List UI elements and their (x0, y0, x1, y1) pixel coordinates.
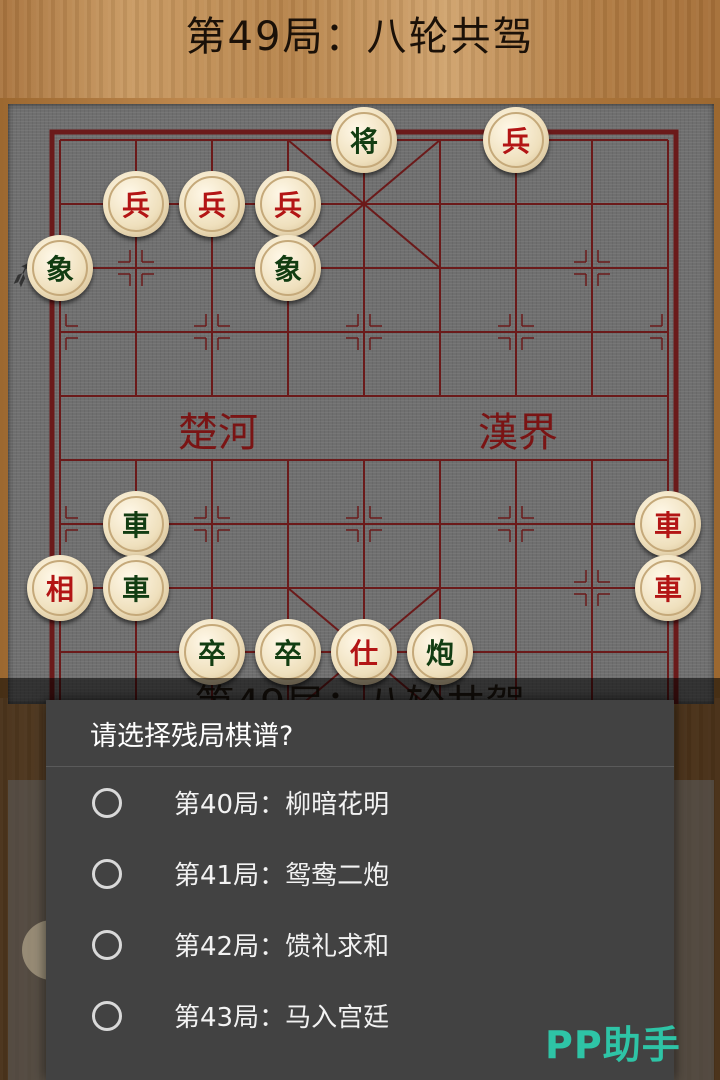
piece-label: 兵 (108, 176, 164, 232)
watermark-logo: PP助手 (545, 1023, 681, 1067)
dialog-title: 请选择残局棋谱? (46, 700, 674, 767)
piece-label: 相 (32, 560, 88, 616)
radio-button[interactable] (92, 787, 122, 818)
option-label: 第41局：鸳鸯二炮 (174, 861, 390, 891)
river-label-right: 漢界 (478, 410, 558, 456)
radio-button[interactable] (92, 1000, 122, 1031)
chess-piece[interactable]: 車 (103, 555, 169, 621)
chess-piece[interactable]: 車 (103, 491, 169, 557)
option-row[interactable]: 第41局：鸳鸯二炮 (46, 838, 674, 909)
piece-label: 車 (108, 560, 164, 616)
chess-piece[interactable]: 兵 (255, 171, 321, 237)
chess-piece[interactable]: 象 (27, 235, 93, 301)
page-title: 第49局：八轮共驾 (185, 14, 535, 60)
river-label-left: 楚河 (178, 410, 258, 456)
piece-label: 車 (108, 496, 164, 552)
piece-label: 象 (260, 240, 316, 296)
radio-button[interactable] (92, 929, 122, 960)
option-row[interactable]: 第40局：柳暗花明 (46, 767, 674, 838)
chess-piece[interactable]: 兵 (483, 107, 549, 173)
chess-piece[interactable]: 兵 (103, 171, 169, 237)
chess-piece[interactable]: 将 (331, 107, 397, 173)
chess-piece[interactable]: 兵 (179, 171, 245, 237)
option-label: 第42局：馈礼求和 (174, 932, 390, 962)
option-label: 第40局：柳暗花明 (174, 790, 390, 820)
chess-piece[interactable]: 相 (27, 555, 93, 621)
chess-piece[interactable]: 車 (635, 555, 701, 621)
piece-label: 将 (336, 112, 392, 168)
option-label: 第43局：马入宫廷 (174, 1003, 390, 1033)
piece-label: 兵 (488, 112, 544, 168)
piece-label: 象 (32, 240, 88, 296)
option-row[interactable]: 第42局：馈礼求和 (46, 909, 674, 980)
chess-piece[interactable]: 象 (255, 235, 321, 301)
chess-piece[interactable]: 車 (635, 491, 701, 557)
piece-label: 兵 (260, 176, 316, 232)
piece-label: 兵 (184, 176, 240, 232)
radio-button[interactable] (92, 858, 122, 889)
piece-label: 車 (640, 560, 696, 616)
piece-label: 車 (640, 496, 696, 552)
